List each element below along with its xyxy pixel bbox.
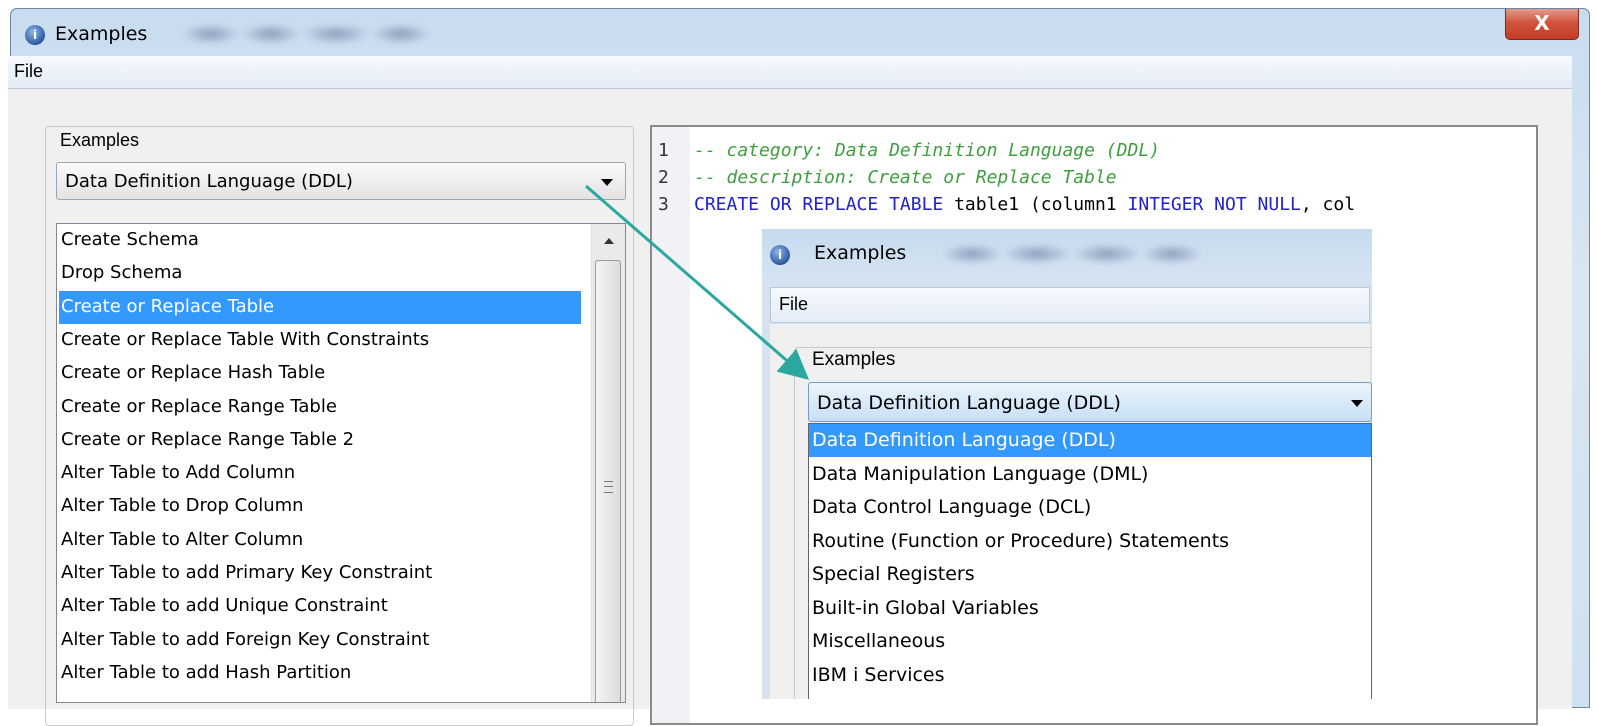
inset-menu-bar: File <box>770 287 1370 323</box>
blurred-toolbar-icon <box>181 23 241 45</box>
dropdown-option[interactable]: Miscellaneous <box>809 625 1371 658</box>
code-comment: -- category: Data Definition Language (D… <box>694 140 1160 161</box>
menu-file[interactable]: File <box>14 61 43 82</box>
list-item[interactable]: Create or Replace Range Table <box>59 391 581 424</box>
list-item[interactable]: Create or Replace Table <box>59 290 581 324</box>
info-icon: i <box>770 245 790 265</box>
blurred-toolbar-icon <box>371 23 431 45</box>
dropdown-option[interactable]: Built-in Global Variables <box>809 592 1371 625</box>
menu-bar: File <box>8 56 1572 89</box>
close-button[interactable]: X <box>1505 9 1579 40</box>
code-line: 1 -- category: Data Definition Language (… <box>658 137 1160 165</box>
list-item[interactable]: Alter Table to add Hash Partition <box>59 657 581 690</box>
blurred-toolbar-icon <box>1142 243 1202 265</box>
code-keyword: INTEGER NOT NULL <box>1127 194 1301 215</box>
blurred-toolbar-icon <box>1002 243 1072 265</box>
blurred-toolbar-icon <box>301 23 371 45</box>
list-item[interactable]: Drop Schema <box>59 257 581 290</box>
chevron-down-icon[interactable] <box>601 179 613 186</box>
list-item[interactable]: Alter Table to Alter Column <box>59 524 581 557</box>
dropdown-option[interactable]: Routine (Function or Procedure) Statemen… <box>809 525 1371 558</box>
dropdown-option[interactable]: Special Registers <box>809 558 1371 591</box>
inset-examples-group-label: Examples <box>808 349 900 371</box>
scroll-up-icon[interactable] <box>604 238 614 244</box>
code-text: table1 (column1 <box>943 194 1128 215</box>
zoomed-inset: i Examples File Examples Data Definition… <box>762 229 1372 699</box>
blurred-toolbar-icon <box>942 243 1002 265</box>
list-item[interactable]: Alter Table to Drop Column <box>59 490 581 523</box>
window-title: Examples <box>55 23 148 45</box>
list-item[interactable]: Create or Replace Table With Constraints <box>59 324 581 357</box>
code-text: , col <box>1300 194 1356 215</box>
line-number: 1 <box>658 140 669 161</box>
dropdown-option[interactable]: IBM i Services <box>809 659 1371 692</box>
category-dropdown-list[interactable]: Data Definition Language (DDL) Data Manip… <box>808 423 1372 699</box>
examples-list[interactable]: Create Schema Drop Schema Create or Replac… <box>56 223 626 703</box>
inset-category-combo[interactable]: Data Definition Language (DDL) <box>808 382 1372 422</box>
dropdown-option[interactable]: Data Control Language (DCL) <box>809 491 1371 524</box>
blurred-toolbar-icon <box>1072 243 1142 265</box>
inset-title-bar: i Examples <box>762 229 1372 281</box>
line-number: 2 <box>658 167 669 188</box>
dropdown-option[interactable]: Data Manipulation Language (DML) <box>809 458 1371 491</box>
list-item[interactable]: Alter Table to add Foreign Key Constrain… <box>59 624 581 657</box>
code-comment: -- description: Create or Replace Table <box>694 167 1117 188</box>
chevron-down-icon[interactable] <box>1351 400 1363 407</box>
category-combo-value: Data Definition Language (DDL) <box>65 171 353 192</box>
list-scrollbar[interactable] <box>591 224 625 702</box>
inset-category-combo-value: Data Definition Language (DDL) <box>817 392 1121 414</box>
list-item[interactable]: Create Schema <box>59 224 581 257</box>
inset-menu-file[interactable]: File <box>779 294 808 315</box>
code-line: 2 -- description: Create or Replace Table <box>658 164 1117 192</box>
inset-window-title: Examples <box>814 242 907 264</box>
title-bar[interactable]: i Examples X <box>11 9 1589 61</box>
dropdown-option[interactable]: Data Definition Language (DDL) <box>809 424 1371 457</box>
info-icon: i <box>25 25 45 45</box>
list-item[interactable]: Create or Replace Hash Table <box>59 357 581 390</box>
list-item[interactable]: Alter Table to add Primary Key Constrain… <box>59 557 581 590</box>
list-item[interactable]: Alter Table to Add Column <box>59 457 581 490</box>
list-item[interactable]: Alter Table to add Unique Constraint <box>59 590 581 623</box>
line-number: 3 <box>658 194 669 215</box>
category-combo[interactable]: Data Definition Language (DDL) <box>56 162 626 200</box>
grip-icon <box>604 481 613 493</box>
list-item[interactable]: Create or Replace Range Table 2 <box>59 424 581 457</box>
examples-group-label: Examples <box>56 130 144 151</box>
code-line: 3 CREATE OR REPLACE TABLE table1 (column1… <box>658 191 1355 219</box>
scroll-thumb[interactable] <box>595 260 621 702</box>
code-keyword: CREATE OR REPLACE TABLE <box>694 194 944 215</box>
blurred-toolbar-icon <box>241 23 301 45</box>
